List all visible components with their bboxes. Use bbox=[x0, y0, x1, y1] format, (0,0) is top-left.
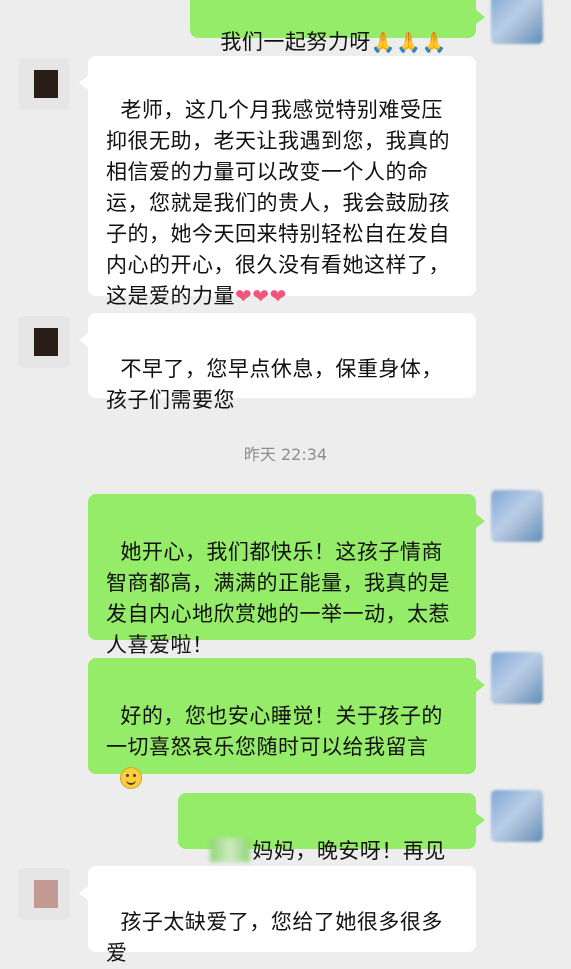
message-bubble-outgoing[interactable]: 好的，您也安心睡觉！关于孩子的一切喜怒哀乐您随时可以给我留言 bbox=[88, 658, 485, 789]
avatar-contact[interactable] bbox=[18, 58, 70, 110]
avatar-self[interactable] bbox=[491, 0, 543, 44]
avatar-image bbox=[34, 328, 58, 356]
message-text: 孩子太缺爱了，您给了她很多很多爱 bbox=[106, 910, 443, 965]
blurred-name bbox=[210, 838, 251, 862]
message-text: 我们一起努力呀 bbox=[220, 30, 371, 54]
avatar-contact[interactable] bbox=[18, 868, 70, 920]
message-text: 老师，这几个月我感觉特别难受压抑很无助，老天让我遇到您，我真的相信爱的力量可以改… bbox=[106, 98, 450, 308]
message-text: 妈妈，晚安呀！再见 bbox=[252, 839, 446, 863]
avatar-contact[interactable] bbox=[18, 316, 70, 368]
avatar-self[interactable] bbox=[491, 490, 543, 542]
smiley-icon bbox=[120, 767, 143, 789]
avatar-image bbox=[34, 880, 58, 908]
message-bubble-incoming[interactable]: 不早了，您早点休息，保重身体，孩子们需要您 bbox=[79, 313, 476, 412]
message-bubble-outgoing[interactable]: 我们一起努力呀🙏🙏🙏 bbox=[190, 0, 485, 54]
avatar-image bbox=[34, 70, 58, 98]
message-bubble-outgoing[interactable]: 她开心，我们都快乐！这孩子情商智商都高，满满的正能量，我真的是发自内心地欣赏她的… bbox=[88, 494, 485, 657]
message-bubble-incoming[interactable]: 孩子太缺爱了，您给了她很多很多爱 bbox=[79, 866, 476, 965]
message-bubble-outgoing[interactable]: 妈妈，晚安呀！再见 bbox=[178, 793, 485, 863]
message-text: 不早了，您早点休息，保重身体，孩子们需要您 bbox=[106, 357, 443, 412]
pray-icon: 🙏🙏🙏 bbox=[370, 30, 448, 54]
message-bubble-incoming[interactable]: 老师，这几个月我感觉特别难受压抑很无助，老天让我遇到您，我真的相信爱的力量可以改… bbox=[79, 56, 476, 308]
avatar-self[interactable] bbox=[491, 790, 543, 842]
avatar-self[interactable] bbox=[491, 652, 543, 704]
heart-icon: ❤❤❤ bbox=[235, 284, 287, 308]
message-text: 好的，您也安心睡觉！关于孩子的一切喜怒哀乐您随时可以给我留言 bbox=[106, 704, 443, 759]
message-text: 她开心，我们都快乐！这孩子情商智商都高，满满的正能量，我真的是发自内心地欣赏她的… bbox=[106, 540, 450, 657]
timestamp: 昨天 22:34 bbox=[243, 445, 328, 464]
